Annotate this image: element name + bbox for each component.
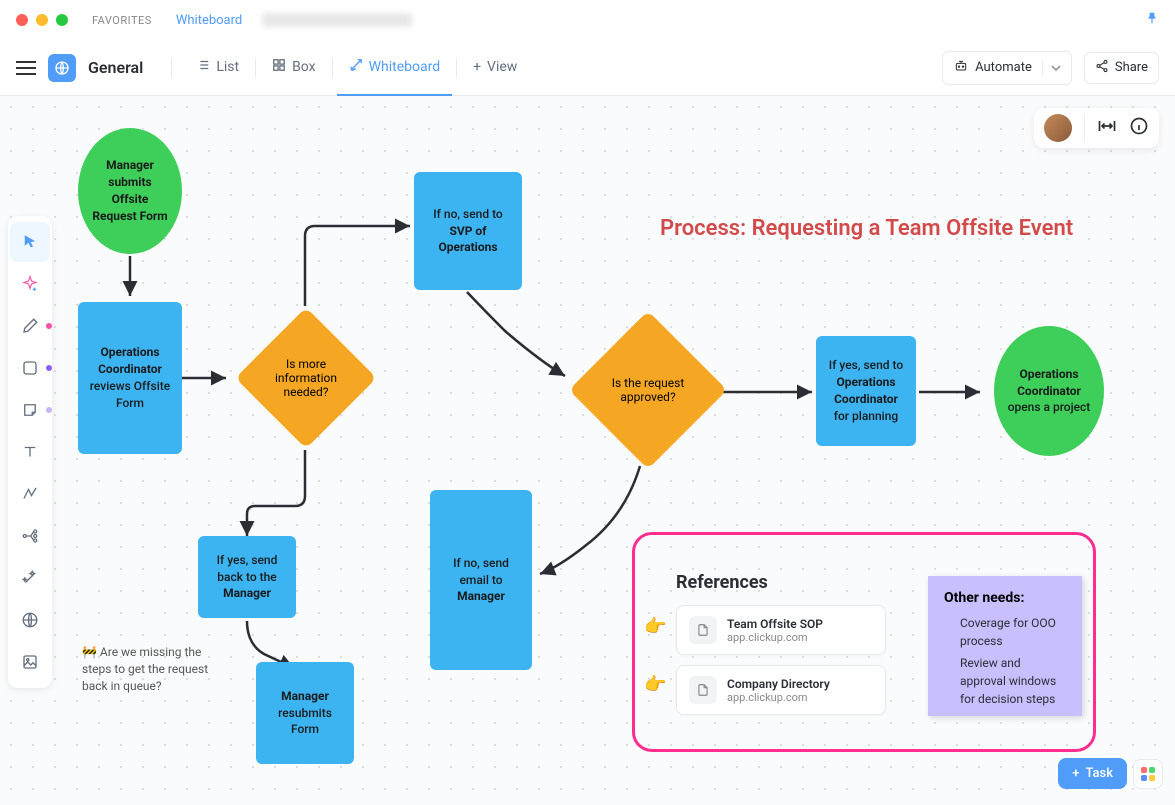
add-view-button[interactable]: + View: [461, 40, 529, 96]
user-avatar[interactable]: [1044, 114, 1072, 142]
sticky-tool[interactable]: [10, 390, 50, 430]
divider: [456, 58, 457, 78]
magic-tool[interactable]: [10, 558, 50, 598]
apps-grid-icon: [1141, 767, 1155, 781]
tab-list[interactable]: List: [184, 40, 251, 96]
canvas-note[interactable]: 🚧 Are we missing the steps to get the re…: [82, 644, 212, 694]
connector-tool[interactable]: [10, 474, 50, 514]
favorites-label: FAVORITES: [92, 14, 152, 27]
node-decision-info[interactable]: Is more information needed?: [236, 308, 376, 448]
divider: [255, 58, 256, 78]
automate-button[interactable]: Automate: [942, 51, 1072, 85]
node-svp[interactable]: If no, send toSVP of Operations: [414, 172, 522, 290]
divider: [1084, 116, 1085, 140]
reference-title: Team Offsite SOP: [727, 617, 823, 631]
sticky-other-needs[interactable]: Other needs: Coverage for OOO process Re…: [928, 576, 1082, 716]
sticky-title: Other needs:: [944, 590, 1066, 606]
box-icon: [272, 58, 286, 76]
diagram-title[interactable]: Process: Requesting a Team Offsite Event: [660, 216, 1073, 241]
node-decision-approved[interactable]: Is the request approved?: [568, 310, 728, 470]
node-start[interactable]: ManagersubmitsOffsiteRequest Form: [78, 128, 182, 254]
tab-box-label: Box: [292, 59, 316, 75]
sticky-list-item: Coverage for OOO process: [960, 614, 1066, 650]
share-icon: [1095, 59, 1109, 77]
pointer-emoji-icon: 👉: [644, 616, 666, 637]
space-title[interactable]: General: [88, 58, 143, 77]
minimize-window-icon[interactable]: [36, 14, 48, 26]
pin-icon[interactable]: [1145, 11, 1159, 29]
favorite-tab-whiteboard[interactable]: Whiteboard: [176, 13, 242, 28]
tab-whiteboard[interactable]: Whiteboard: [337, 40, 453, 96]
reference-item[interactable]: Company Directoryapp.clickup.com: [676, 665, 886, 715]
info-icon[interactable]: [1129, 116, 1149, 141]
share-button[interactable]: Share: [1084, 52, 1159, 84]
window-titlebar: FAVORITES Whiteboard: [0, 0, 1175, 40]
mindmap-tool[interactable]: [10, 516, 50, 556]
automate-label: Automate: [975, 60, 1032, 75]
reference-item[interactable]: Team Offsite SOPapp.clickup.com: [676, 605, 886, 655]
share-label: Share: [1115, 60, 1148, 75]
apps-button[interactable]: [1133, 759, 1163, 789]
doc-icon: [689, 616, 717, 644]
whiteboard-canvas[interactable]: Process: Requesting a Team Offsite Event…: [0, 96, 1175, 805]
canvas-top-right: [1034, 108, 1159, 148]
ai-tool[interactable]: [10, 264, 50, 304]
pen-tool[interactable]: [10, 306, 50, 346]
image-tool[interactable]: [10, 642, 50, 682]
fit-width-icon[interactable]: [1097, 118, 1117, 139]
close-window-icon[interactable]: [16, 14, 28, 26]
hamburger-menu-icon[interactable]: [16, 56, 36, 80]
plus-icon: +: [1072, 766, 1079, 781]
header-toolbar: General List Box Whiteboard + View Autom…: [0, 40, 1175, 96]
whiteboard-icon: [349, 58, 363, 76]
node-email-no[interactable]: If no, send email toManager: [430, 490, 532, 670]
maximize-window-icon[interactable]: [56, 14, 68, 26]
whiteboard-toolbar: [8, 216, 52, 688]
list-icon: [196, 58, 210, 76]
web-tool[interactable]: [10, 600, 50, 640]
divider: [171, 58, 172, 78]
shape-tool[interactable]: [10, 348, 50, 388]
node-end[interactable]: Operations Coordinatoropens a project: [994, 326, 1104, 456]
node-review[interactable]: Operations Coordinatorreviews Offsite Fo…: [78, 302, 182, 454]
node-sendback[interactable]: If yes, send back to theManager: [198, 536, 296, 618]
tab-whiteboard-label: Whiteboard: [369, 59, 441, 75]
chevron-down-icon[interactable]: [1042, 60, 1061, 75]
favorite-tab-blurred: [262, 13, 412, 27]
references-title: References: [676, 572, 886, 593]
tab-list-label: List: [216, 59, 239, 75]
reference-url: app.clickup.com: [727, 631, 823, 644]
reference-url: app.clickup.com: [727, 691, 830, 704]
new-task-button[interactable]: + Task: [1058, 758, 1127, 789]
view-tabs: List Box Whiteboard + View: [184, 40, 529, 96]
divider: [332, 58, 333, 78]
doc-icon: [689, 676, 717, 704]
node-resubmit[interactable]: Managerresubmits Form: [256, 662, 354, 764]
robot-icon: [953, 58, 969, 78]
sticky-list-item: Review and approval windows for decision…: [960, 654, 1066, 708]
text-tool[interactable]: [10, 432, 50, 472]
pointer-emoji-icon: 👉: [644, 674, 666, 695]
plus-icon: +: [473, 59, 481, 75]
traffic-lights: [16, 14, 68, 26]
node-planning[interactable]: If yes, send toOperations Coordinatorfor…: [816, 336, 916, 446]
add-view-label: View: [487, 59, 517, 75]
space-icon[interactable]: [48, 54, 76, 82]
references-panel[interactable]: References Team Offsite SOPapp.clickup.c…: [676, 572, 886, 725]
cursor-tool[interactable]: [10, 222, 50, 262]
task-label: Task: [1085, 766, 1113, 781]
tab-box[interactable]: Box: [260, 40, 328, 96]
reference-title: Company Directory: [727, 677, 830, 691]
sticky-list: Coverage for OOO process Review and appr…: [944, 614, 1066, 708]
